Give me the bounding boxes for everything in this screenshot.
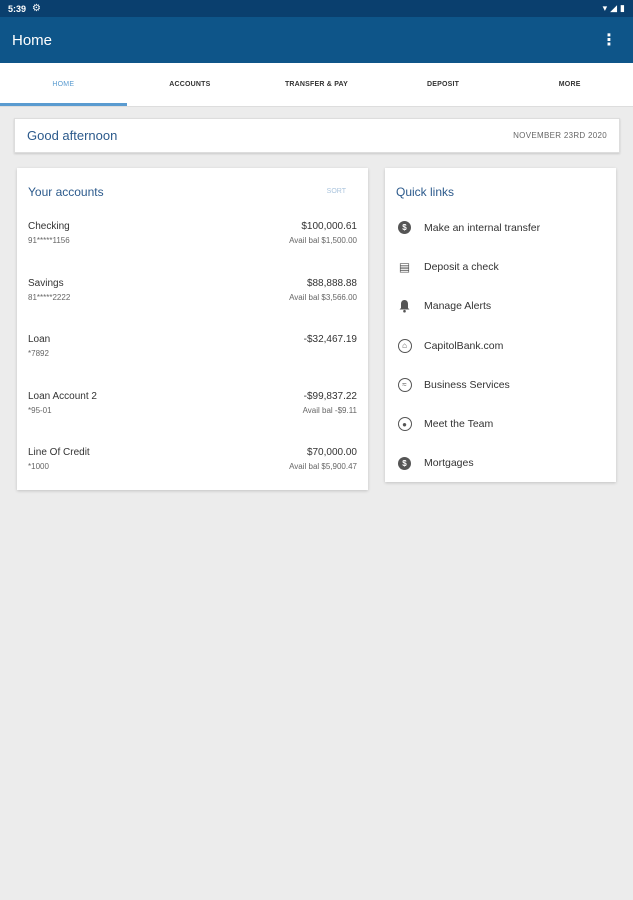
quick-link-label: CapitolBank.com: [424, 339, 504, 352]
tab-more[interactable]: MORE: [506, 63, 633, 106]
account-balance: -$99,837.22: [303, 390, 357, 402]
accounts-header: Your accounts SORT: [17, 168, 368, 202]
account-number: 91*****1156: [28, 236, 70, 245]
app-bar: Home ⋮: [0, 17, 633, 63]
account-number: *1000: [28, 462, 49, 471]
handshake-icon: ≈: [396, 376, 413, 393]
account-balance: $88,888.88: [306, 277, 357, 289]
account-available: Avail bal -$9.11: [302, 405, 357, 415]
quick-link-label: Business Services: [424, 378, 510, 391]
account-row-savings[interactable]: Savings 81*****2222 $88,888.88 Avail bal…: [17, 259, 368, 316]
account-row-loan-2[interactable]: Loan Account 2 *95-01 -$99,837.22 Avail …: [17, 372, 368, 429]
account-name: Loan: [28, 334, 51, 345]
account-number: *7892: [28, 349, 49, 358]
tab-accounts[interactable]: ACCOUNTS: [127, 63, 254, 106]
tab-deposit[interactable]: DEPOSIT: [380, 63, 507, 106]
account-row-line-of-credit[interactable]: Line Of Credit *1000 $70,000.00 Avail ba…: [17, 428, 368, 485]
quick-links-header: Quick links: [385, 168, 616, 202]
account-name: Line Of Credit: [28, 447, 90, 458]
page-title: Home: [12, 31, 53, 49]
accounts-card: Your accounts SORT Checking 91*****1156 …: [17, 168, 368, 490]
status-icons: ▾ ◢ ▮: [603, 3, 625, 14]
account-available: Avail bal $1,500.00: [289, 236, 357, 245]
quick-link-deposit-check[interactable]: ▤ Deposit a check: [385, 247, 616, 286]
bank-icon: ⌂: [396, 337, 413, 354]
quick-links-list: $ Make an internal transfer ▤ Deposit a …: [385, 202, 616, 483]
account-balance: $100,000.61: [301, 221, 357, 232]
quick-links-card: Quick links $ Make an internal transfer …: [385, 168, 616, 482]
account-balance: -$32,467.19: [303, 334, 357, 345]
accounts-title: Your accounts: [28, 184, 104, 199]
account-number: *95-01: [28, 405, 52, 415]
tab-bar: HOME ACCOUNTS TRANSFER & PAY DEPOSIT MOR…: [0, 63, 633, 107]
quick-link-manage-alerts[interactable]: Manage Alerts: [385, 287, 616, 326]
mortgage-icon: $: [396, 455, 413, 472]
battery-icon: ▮: [620, 3, 625, 13]
account-available: Avail bal $3,566.00: [289, 292, 357, 302]
status-time: 5:39: [8, 3, 27, 14]
account-name: Checking: [28, 221, 70, 232]
quick-link-internal-transfer[interactable]: $ Make an internal transfer: [385, 208, 616, 247]
bell-icon: [396, 298, 413, 315]
overflow-menu-icon[interactable]: ⋮: [597, 30, 621, 50]
account-row-loan[interactable]: Loan *7892 -$32,467.19: [17, 315, 368, 372]
person-icon: ●: [396, 416, 413, 433]
quick-link-meet-team[interactable]: ● Meet the Team: [385, 404, 616, 443]
quick-link-mortgages[interactable]: $ Mortgages: [385, 444, 616, 483]
quick-link-label: Make an internal transfer: [424, 221, 541, 234]
quick-link-label: Deposit a check: [424, 260, 499, 273]
quick-link-capitolbank[interactable]: ⌂ CapitolBank.com: [385, 326, 616, 365]
tab-home[interactable]: HOME: [0, 63, 127, 106]
transfer-icon: $: [396, 219, 413, 236]
settings-gear-icon: ⚙: [32, 3, 41, 14]
account-name: Savings: [28, 277, 64, 289]
status-bar: 5:39 ⚙ ▾ ◢ ▮: [0, 0, 633, 17]
account-name: Loan Account 2: [28, 390, 97, 402]
quick-link-label: Manage Alerts: [424, 300, 492, 313]
quick-link-label: Meet the Team: [424, 418, 494, 431]
quick-links-title: Quick links: [396, 184, 455, 199]
account-number: 81*****2222: [28, 292, 71, 302]
account-balance: $70,000.00: [306, 447, 357, 458]
account-row-checking[interactable]: Checking 91*****1156 $100,000.61 Avail b…: [17, 202, 368, 259]
greeting-text: Good afternoon: [27, 128, 118, 143]
sort-button[interactable]: SORT: [327, 188, 346, 195]
wifi-icon: ▾: [602, 3, 608, 13]
account-available: Avail bal $5,900.47: [289, 462, 357, 471]
greeting-banner: Good afternoon NOVEMBER 23RD 2020: [14, 118, 620, 153]
quick-link-label: Mortgages: [424, 457, 474, 470]
greeting-date: NOVEMBER 23RD 2020: [513, 131, 607, 140]
check-deposit-icon: ▤: [398, 259, 411, 274]
quick-link-business-services[interactable]: ≈ Business Services: [385, 365, 616, 404]
signal-icon: ◢: [610, 3, 618, 13]
tab-transfer-pay[interactable]: TRANSFER & PAY: [253, 63, 380, 106]
